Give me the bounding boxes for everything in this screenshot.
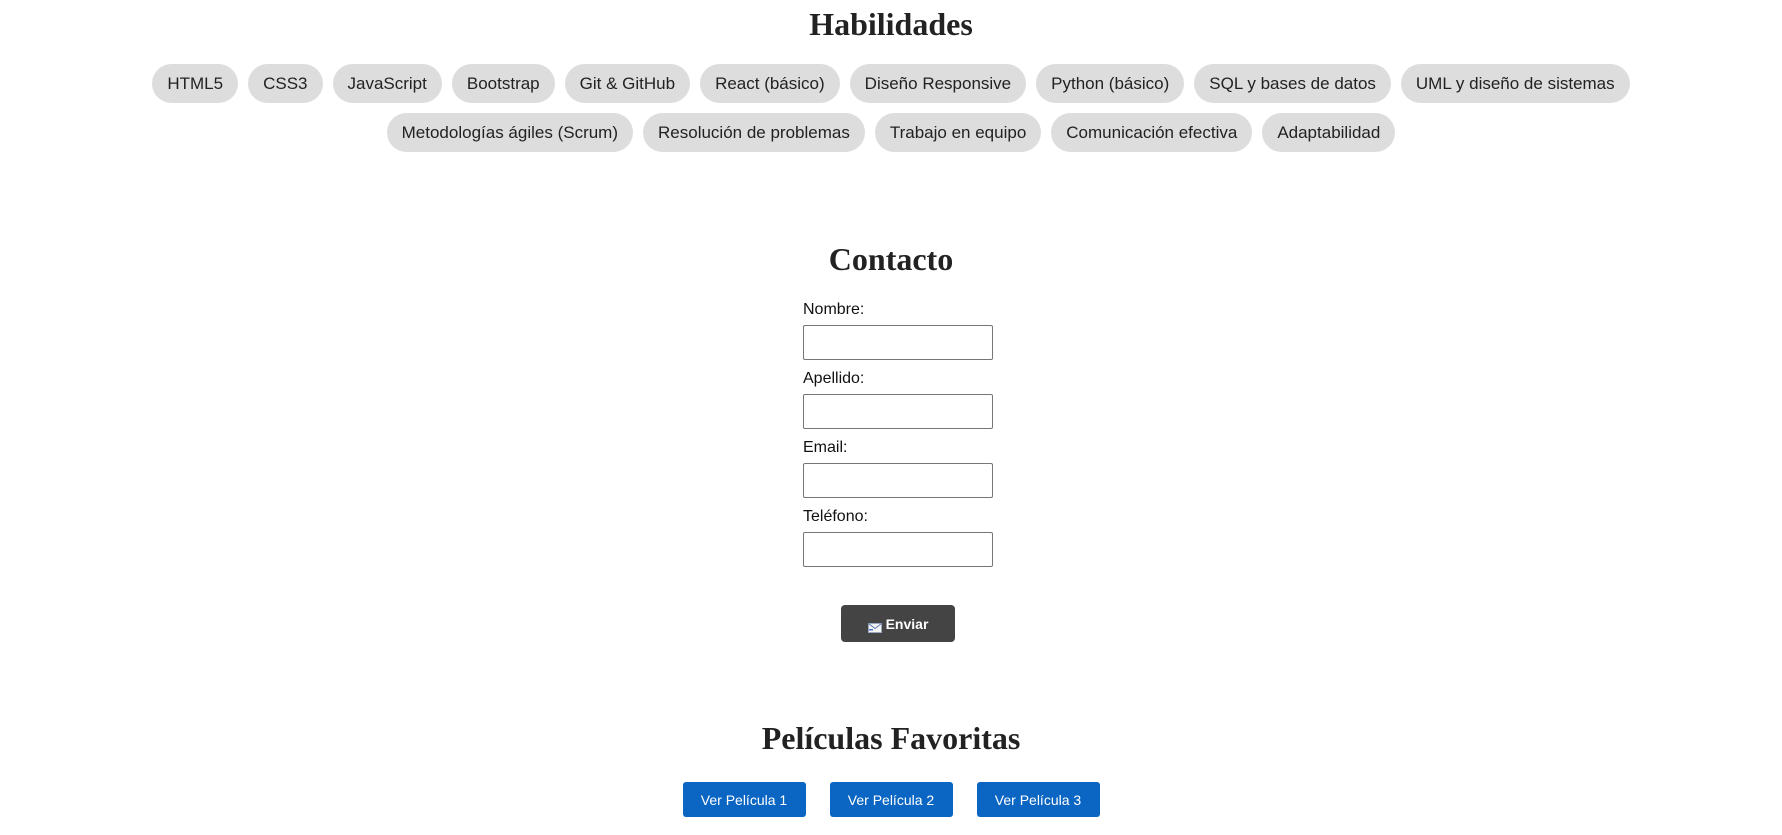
- nombre-field[interactable]: [803, 325, 993, 360]
- skill-tag-html5: HTML5: [152, 64, 239, 103]
- skill-tag-bootstrap: Bootstrap: [451, 64, 555, 103]
- email-label: Email:: [803, 439, 848, 456]
- apellido-label: Apellido:: [803, 370, 865, 387]
- telefono-field[interactable]: [803, 532, 993, 567]
- skill-tag-responsive-design: Diseño Responsive: [849, 64, 1027, 103]
- movies-title: Películas Favoritas: [761, 720, 1021, 756]
- telefono-label: Teléfono:: [803, 508, 868, 525]
- movie-3-button[interactable]: Ver Película 3: [976, 782, 1100, 817]
- skill-tag-git-github: Git & GitHub: [564, 64, 691, 103]
- skill-tag-teamwork: Trabajo en equipo: [874, 113, 1042, 152]
- contact-title: Contacto: [828, 241, 954, 277]
- skills-title: Habilidades: [809, 6, 973, 42]
- apellido-field[interactable]: [803, 394, 993, 429]
- movie-1-button[interactable]: Ver Película 1: [682, 782, 806, 817]
- envelope-icon: [867, 620, 882, 633]
- send-button[interactable]: Enviar: [841, 605, 955, 642]
- skill-tag-javascript: JavaScript: [332, 64, 442, 103]
- skill-tag-uml: UML y diseño de sistemas: [1400, 64, 1630, 103]
- nombre-label: Nombre:: [803, 301, 865, 318]
- skill-tag-python: Python (básico): [1036, 64, 1185, 103]
- email-field[interactable]: [803, 463, 993, 498]
- skill-tag-adaptability: Adaptabilidad: [1262, 113, 1396, 152]
- skill-tag-css3: CSS3: [248, 64, 323, 103]
- contact-form: Nombre: Apellido: Email: Teléfono:: [803, 300, 1003, 576]
- movie-2-button[interactable]: Ver Película 2: [829, 782, 953, 817]
- skill-tag-communication: Comunicación efectiva: [1051, 113, 1253, 152]
- skill-tag-sql: SQL y bases de datos: [1194, 64, 1391, 103]
- send-button-label: Enviar: [885, 615, 929, 632]
- skill-tag-react: React (básico): [700, 64, 840, 103]
- movies-buttons: Ver Película 1 Ver Película 2 Ver Pelícu…: [0, 782, 1782, 817]
- skills-list: HTML5 CSS3 JavaScript Bootstrap Git & Gi…: [60, 64, 1722, 152]
- skill-tag-agile: Metodologías ágiles (Scrum): [386, 113, 634, 152]
- page: Habilidades HTML5 CSS3 JavaScript Bootst…: [0, 0, 1782, 835]
- skill-tag-problem-solving: Resolución de problemas: [643, 113, 865, 152]
